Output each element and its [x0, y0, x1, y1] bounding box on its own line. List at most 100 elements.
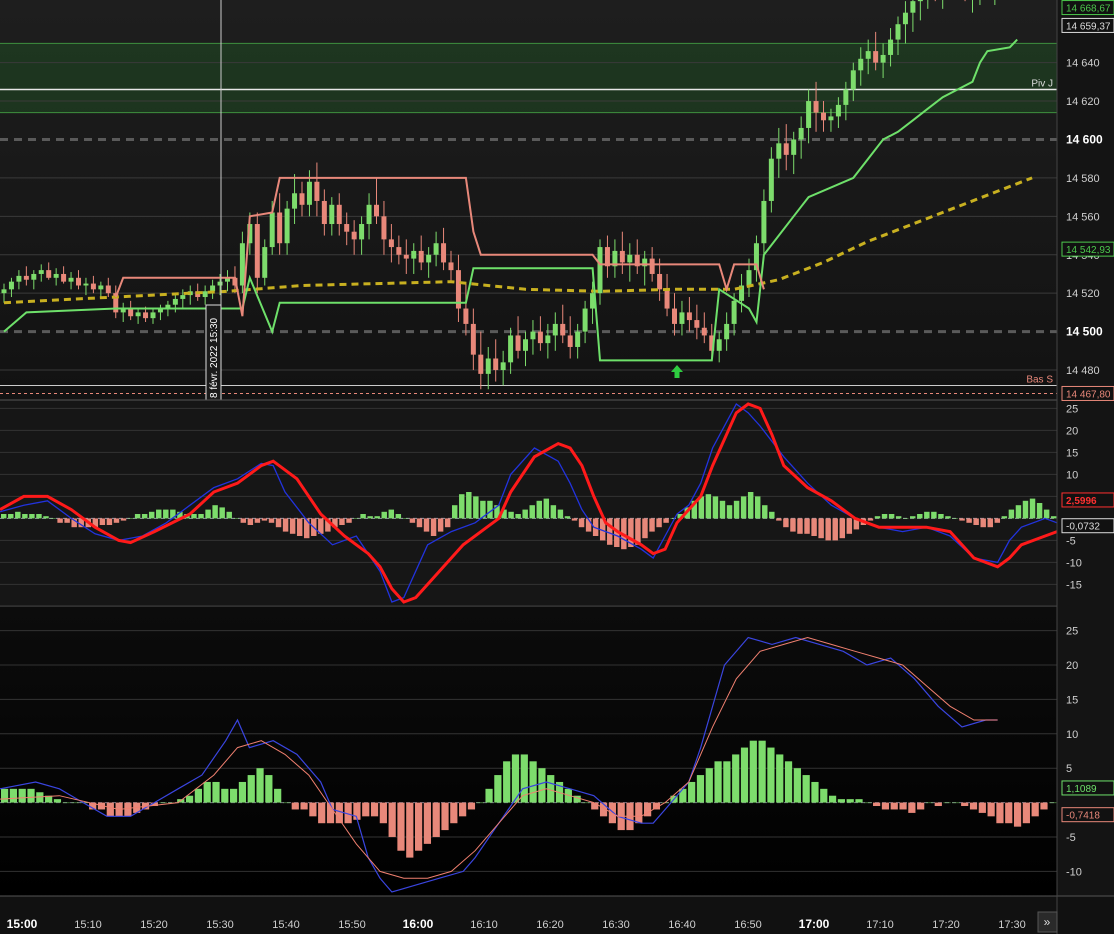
histogram-bar[interactable] [846, 518, 853, 534]
candle[interactable] [46, 270, 52, 278]
candle[interactable] [835, 104, 841, 117]
histogram-bar[interactable] [64, 518, 70, 523]
histogram-bar[interactable] [198, 514, 204, 519]
histogram-bar[interactable] [191, 514, 197, 519]
histogram-bar[interactable] [409, 518, 416, 523]
histogram-bar[interactable] [740, 747, 749, 803]
histogram-bar[interactable] [1022, 500, 1029, 519]
histogram-bar[interactable] [346, 518, 352, 523]
candle[interactable] [828, 116, 834, 121]
histogram-bar[interactable] [881, 802, 890, 810]
candle[interactable] [679, 312, 685, 324]
histogram-bar[interactable] [723, 761, 731, 803]
candle[interactable] [515, 335, 521, 351]
histogram-bar[interactable] [547, 775, 555, 803]
candle[interactable] [366, 204, 372, 225]
histogram-bar[interactable] [705, 494, 712, 519]
histogram-bar[interactable] [797, 518, 803, 534]
candle[interactable] [143, 312, 149, 319]
histogram-bar[interactable] [282, 518, 289, 532]
histogram-bar[interactable] [1, 788, 9, 803]
histogram-bar[interactable] [416, 518, 423, 528]
histogram-bar[interactable] [969, 802, 978, 810]
histogram-bar[interactable] [719, 500, 726, 519]
candle[interactable] [694, 320, 700, 328]
histogram-bar[interactable] [212, 781, 220, 803]
histogram-bar[interactable] [793, 768, 801, 803]
histogram-bar[interactable] [1043, 509, 1050, 519]
candle[interactable] [292, 193, 298, 209]
candle[interactable] [783, 143, 789, 155]
histogram-bar[interactable] [802, 775, 810, 803]
histogram-bar[interactable] [996, 802, 1004, 824]
candle[interactable] [23, 275, 29, 280]
histogram-bar[interactable] [99, 518, 106, 525]
candle[interactable] [530, 331, 536, 340]
histogram-bar[interactable] [374, 516, 380, 519]
histogram-bar[interactable] [1022, 802, 1030, 824]
histogram-bar[interactable] [1008, 509, 1015, 519]
histogram-bar[interactable] [203, 781, 211, 803]
histogram-bar[interactable] [902, 518, 909, 519]
histogram-bar[interactable] [205, 509, 211, 519]
histogram-bar[interactable] [370, 802, 379, 817]
candle[interactable] [202, 291, 208, 298]
histogram-bar[interactable] [265, 775, 273, 803]
histogram-bar[interactable] [1050, 516, 1057, 519]
histogram-bar[interactable] [289, 518, 296, 534]
candle[interactable] [895, 24, 901, 40]
histogram-bar[interactable] [895, 516, 902, 519]
histogram-bar[interactable] [127, 518, 134, 519]
candle[interactable] [135, 312, 141, 317]
histogram-bar[interactable] [402, 518, 409, 519]
histogram-bar[interactable] [712, 496, 719, 519]
candle[interactable] [351, 231, 357, 240]
histogram-bar[interactable] [423, 518, 430, 532]
candle[interactable] [873, 51, 879, 63]
histogram-bar[interactable] [888, 514, 895, 519]
histogram-bar[interactable] [825, 518, 831, 541]
histogram-bar[interactable] [994, 518, 1001, 523]
candle[interactable] [649, 258, 655, 274]
candle[interactable] [604, 247, 610, 267]
histogram-bar[interactable] [432, 802, 440, 837]
candle[interactable] [545, 335, 551, 344]
histogram-bar[interactable] [300, 802, 308, 810]
histogram-bar[interactable] [15, 511, 21, 519]
histogram-bar[interactable] [924, 511, 930, 519]
histogram-bar[interactable] [874, 516, 881, 519]
histogram-bar[interactable] [395, 514, 402, 519]
candle[interactable] [843, 89, 849, 105]
histogram-bar[interactable] [503, 761, 511, 803]
candle[interactable] [672, 308, 677, 324]
histogram-bar[interactable] [473, 496, 479, 519]
scroll-right-button[interactable]: » [1037, 911, 1058, 933]
histogram-bar[interactable] [1036, 503, 1043, 519]
candle[interactable] [83, 283, 89, 286]
histogram-bar[interactable] [978, 802, 986, 813]
histogram-bar[interactable] [318, 802, 326, 824]
histogram-bar[interactable] [27, 788, 35, 803]
histogram-bar[interactable] [828, 795, 837, 803]
histogram-bar[interactable] [864, 802, 872, 804]
candle[interactable] [172, 298, 178, 305]
histogram-bar[interactable] [106, 518, 113, 525]
candle[interactable] [619, 250, 625, 263]
candle[interactable] [560, 323, 566, 336]
histogram-bar[interactable] [163, 509, 169, 519]
histogram-bar[interactable] [71, 802, 79, 804]
histogram-bar[interactable] [430, 518, 437, 536]
candle[interactable] [336, 204, 342, 225]
candle[interactable] [463, 308, 469, 324]
histogram-bar[interactable] [1005, 802, 1013, 824]
candle[interactable] [686, 312, 692, 321]
histogram-bar[interactable] [1029, 498, 1036, 519]
histogram-bar[interactable] [522, 509, 528, 519]
candle[interactable] [552, 323, 558, 336]
histogram-bar[interactable] [233, 518, 239, 519]
candle[interactable] [321, 200, 327, 225]
candle[interactable] [575, 331, 581, 347]
candle[interactable] [128, 308, 134, 317]
histogram-bar[interactable] [444, 518, 451, 528]
histogram-bar[interactable] [353, 518, 359, 519]
